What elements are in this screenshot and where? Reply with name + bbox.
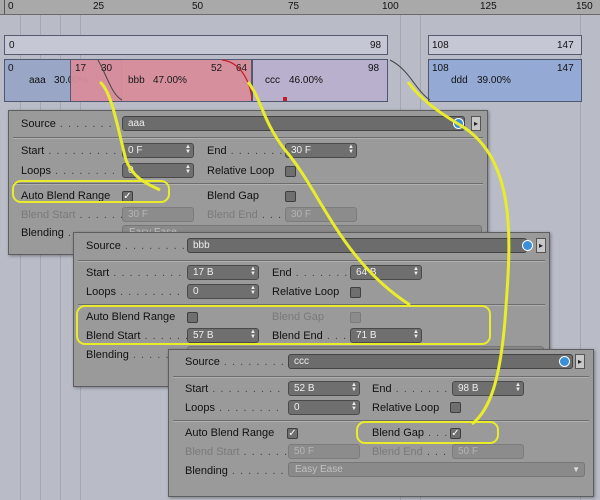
auto-blend-range-checkbox[interactable]: ✓ <box>287 428 298 439</box>
relative-loop-label: Relative Loop <box>372 402 440 414</box>
chevron-right-icon[interactable]: ▸ <box>536 238 546 253</box>
blend-start-field[interactable]: 50 F <box>288 444 360 459</box>
source-field[interactable]: bbb <box>187 238 527 253</box>
stepper-arrows-icon[interactable]: ▲ ▼ <box>348 144 354 155</box>
stepper-arrows-icon[interactable]: ▲ ▼ <box>351 401 357 412</box>
start-field[interactable]: 0 F ▲ ▼ <box>122 143 194 158</box>
blend-curves <box>97 59 431 101</box>
blend-gap-label: Blend Gap <box>207 190 259 202</box>
stepper-arrows-icon[interactable]: ▲ ▼ <box>351 382 357 393</box>
link-icon[interactable] <box>453 118 464 129</box>
blend-curve <box>389 59 431 101</box>
blending-dropdown[interactable]: Easy Ease ▼ <box>288 462 585 477</box>
blend-end-label: Blend End . . . <box>207 209 283 221</box>
relative-loop-checkbox[interactable] <box>450 402 461 413</box>
end-label: End . . . . . . . . <box>272 267 357 279</box>
stepper-arrows-icon[interactable]: ▲ ▼ <box>250 285 256 296</box>
relative-loop-label: Relative Loop <box>272 286 340 298</box>
source-label: Source . . . . . . . . . . <box>185 356 301 368</box>
blend-start-label: Blend Start . . . . . . <box>185 446 289 458</box>
start-field[interactable]: 52 B ▲ ▼ <box>288 381 360 396</box>
auto-blend-range-label: Auto Blend Range <box>185 427 275 439</box>
blending-label: Blending . . . . . . . . <box>185 465 293 477</box>
end-label: End . . . . . . . . <box>207 145 292 157</box>
source-field[interactable]: aaa <box>122 116 465 131</box>
divider <box>173 376 589 378</box>
blend-end-field[interactable]: 50 F <box>452 444 524 459</box>
stepper-arrows-icon[interactable]: ▲ ▼ <box>250 266 256 277</box>
loops-label: Loops . . . . . . . . <box>86 286 181 298</box>
end-field[interactable]: 98 B ▲ ▼ <box>452 381 524 396</box>
end-field[interactable]: 30 F ▲ ▼ <box>285 143 357 158</box>
chevron-down-icon: ▼ <box>572 465 580 474</box>
highlight-blend-range-bbb <box>76 305 491 345</box>
blend-end-field[interactable]: 30 F <box>285 207 357 222</box>
blend-end-label: Blend End . . . . . <box>372 446 464 458</box>
divider <box>13 137 483 139</box>
loops-field[interactable]: 0 ▲ ▼ <box>122 163 194 178</box>
chevron-right-icon[interactable]: ▸ <box>471 116 481 131</box>
source-field[interactable]: ccc <box>288 354 573 369</box>
blend-start-label: Blend Start . . . . . . <box>21 209 125 221</box>
end-field[interactable]: 64 B ▲ ▼ <box>350 265 422 280</box>
loops-field[interactable]: 0 ▲ ▼ <box>288 400 360 415</box>
relative-loop-checkbox[interactable] <box>285 166 296 177</box>
loops-label: Loops . . . . . . . . <box>21 165 116 177</box>
source-label: Source . . . . . . . . . . <box>86 240 202 252</box>
end-label: End . . . . . . . . <box>372 383 457 395</box>
divider <box>78 260 545 262</box>
start-label: Start . . . . . . . . . <box>185 383 282 395</box>
stepper-arrows-icon[interactable]: ▲ ▼ <box>515 382 521 393</box>
chevron-right-icon[interactable]: ▸ <box>575 354 585 369</box>
blend-start-field[interactable]: 30 F <box>122 207 194 222</box>
highlight-auto-blend-aaa <box>12 180 170 203</box>
blend-curve <box>221 59 253 101</box>
blend-curve <box>97 59 123 101</box>
relative-loop-checkbox[interactable] <box>350 287 361 298</box>
start-label: Start . . . . . . . . . <box>21 145 118 157</box>
blend-gap-checkbox[interactable] <box>285 191 296 202</box>
highlight-blend-gap-ccc <box>356 421 499 444</box>
link-icon[interactable] <box>522 240 533 251</box>
relative-loop-label: Relative Loop <box>207 165 275 177</box>
start-label: Start . . . . . . . . . <box>86 267 183 279</box>
stepper-arrows-icon[interactable]: ▲ ▼ <box>185 164 191 175</box>
source-label: Source . . . . . . . . . . <box>21 118 137 130</box>
loops-field[interactable]: 0 ▲ ▼ <box>187 284 259 299</box>
loops-label: Loops . . . . . . . . <box>185 402 280 414</box>
start-field[interactable]: 17 B ▲ ▼ <box>187 265 259 280</box>
link-icon[interactable] <box>559 356 570 367</box>
stepper-arrows-icon[interactable]: ▲ ▼ <box>185 144 191 155</box>
stepper-arrows-icon[interactable]: ▲ ▼ <box>413 266 419 277</box>
keyframe-marker[interactable] <box>283 97 287 101</box>
